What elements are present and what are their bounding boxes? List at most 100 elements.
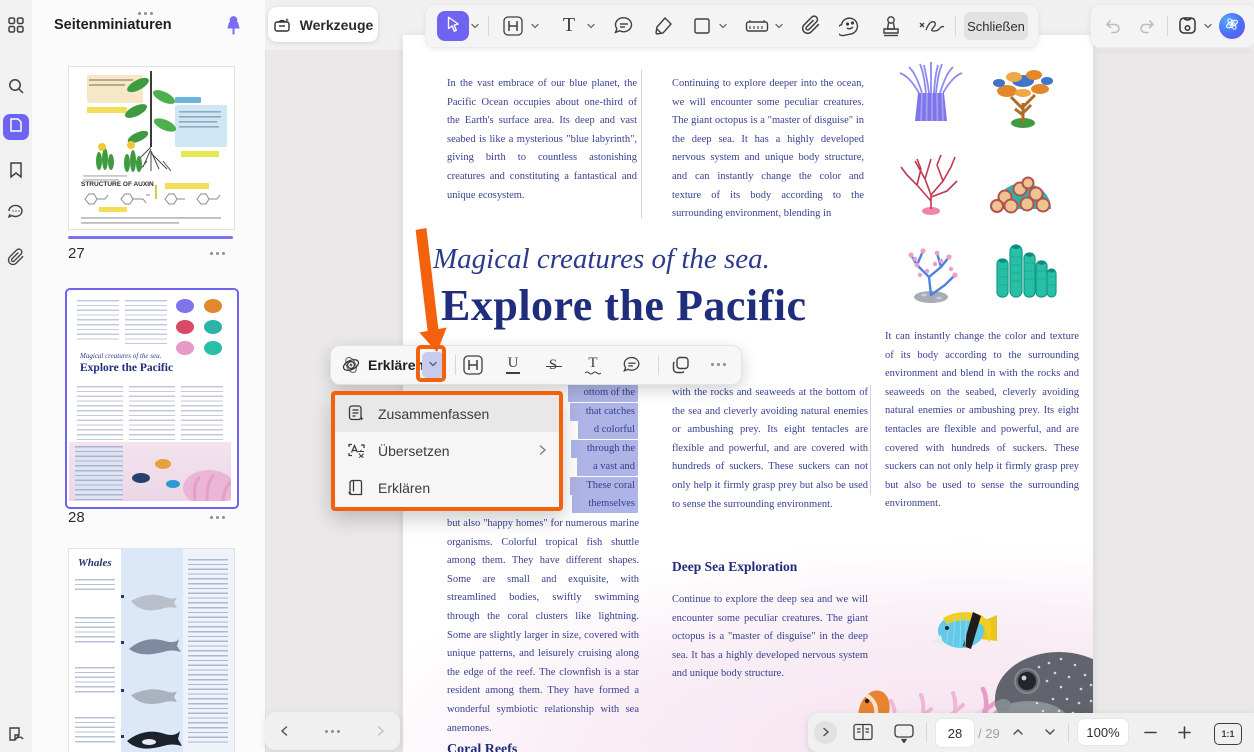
section-heading: Deep Sea Exploration <box>672 559 798 574</box>
ai-explain-button[interactable]: Erklären <box>341 346 424 384</box>
right-paragraph: It can instantly change the color and te… <box>885 331 1079 510</box>
more-options-icon[interactable] <box>711 363 726 366</box>
page-layout-icon[interactable] <box>852 722 874 742</box>
selected-line: themselves <box>572 495 638 513</box>
selected-line: through the <box>570 440 638 458</box>
menu-grid-icon[interactable] <box>6 15 26 35</box>
fan-coral-image <box>900 154 958 215</box>
text-tool-icon[interactable]: T <box>558 13 580 37</box>
bookmark-icon[interactable] <box>6 160 26 180</box>
thumbnail-sidebar: Seitenminiaturen STRUCTURE OF AUXIN 27 M… <box>32 0 266 752</box>
underline-icon[interactable]: U <box>503 354 523 376</box>
measure-tool-icon[interactable] <box>745 18 769 34</box>
signature-tool-icon[interactable] <box>918 17 948 35</box>
highlight-tool-icon[interactable] <box>502 15 524 37</box>
shape-chevron-icon[interactable] <box>718 21 728 31</box>
section-paragraph: Continue to explore the deep sea and we … <box>672 594 868 680</box>
zoom-out-icon[interactable] <box>1144 731 1157 734</box>
butterflyfish-image <box>932 611 997 649</box>
page27-label: 27 <box>68 245 85 262</box>
next-chevron-icon[interactable] <box>376 725 386 737</box>
comment-tool-icon[interactable] <box>613 15 635 37</box>
sidebar-pager <box>265 712 400 750</box>
strikethrough-icon[interactable]: S <box>543 354 563 376</box>
pager-more-icon[interactable] <box>325 729 340 733</box>
page-curl-icon[interactable] <box>6 724 26 744</box>
save-icon[interactable] <box>1177 15 1198 36</box>
page-down-icon[interactable] <box>1044 727 1056 737</box>
comments-icon[interactable] <box>6 202 26 222</box>
thumbnail-page-28[interactable]: Magical creatures of the sea. Explore th… <box>65 288 239 509</box>
collapse-bar-button[interactable] <box>814 721 837 744</box>
coral-images <box>891 59 1067 309</box>
middle-paragraph: with the rocks and seaweeds at the botto… <box>672 387 868 510</box>
measure-chevron-icon[interactable] <box>774 21 784 31</box>
thumb28-title: Explore the Pacific <box>80 362 174 374</box>
pen-tool-icon[interactable] <box>652 15 674 37</box>
prev-chevron-icon[interactable] <box>279 725 289 737</box>
ai-assistant-button[interactable] <box>1219 13 1245 39</box>
thumb28-subtitle: Magical creatures of the sea. <box>80 352 162 360</box>
page28-menu-icon[interactable] <box>210 516 225 519</box>
thumbnail-page-29[interactable]: Whales <box>68 548 235 752</box>
thumbnails-panel-button[interactable] <box>3 114 29 140</box>
page27-menu-icon[interactable] <box>210 252 225 255</box>
select-tool-button[interactable] <box>437 11 469 41</box>
main-toolbar: T Schließen <box>425 4 1039 48</box>
column-divider <box>641 70 642 218</box>
highlight-chevron-icon[interactable] <box>530 21 540 31</box>
actual-size-label: 1:1 <box>1221 729 1235 739</box>
tools-button[interactable]: Werkzeuge <box>268 7 378 42</box>
zoom-level-button[interactable]: 100% <box>1078 719 1128 745</box>
plate-coral-image <box>990 176 1051 214</box>
page-title: Explore the Pacific <box>441 281 807 330</box>
save-chevron-icon[interactable] <box>1203 21 1213 31</box>
text-chevron-icon[interactable] <box>586 21 596 31</box>
shape-tool-icon[interactable] <box>692 16 712 36</box>
menu-item-label: Zusammenfassen <box>378 405 490 422</box>
redo-icon[interactable] <box>1139 17 1157 35</box>
partial-heading: Coral Reefs <box>447 742 518 752</box>
select-tool-chevron-icon[interactable] <box>470 21 480 31</box>
undo-icon[interactable] <box>1103 17 1121 35</box>
sidebar-drag-handle-icon[interactable] <box>138 12 153 15</box>
thumbnail-page-27[interactable]: STRUCTURE OF AUXIN <box>68 66 235 230</box>
page-number-input[interactable] <box>936 719 974 747</box>
selected-line: These coral <box>570 477 638 495</box>
attach-tool-icon[interactable] <box>801 15 821 35</box>
submenu-chevron-icon <box>538 444 547 456</box>
stamp-tool-icon[interactable] <box>880 14 902 38</box>
book-icon <box>347 478 366 497</box>
page-total-label: / 29 <box>978 726 1000 741</box>
presentation-icon[interactable] <box>892 722 916 743</box>
copy-icon[interactable] <box>671 355 691 375</box>
actual-size-button[interactable]: 1:1 <box>1214 723 1242 745</box>
intro-paragraph-1: In the vast embrace of our blue planet, … <box>447 78 637 201</box>
page-subtitle: Magical creatures of the sea. <box>433 243 770 275</box>
thumb27-caption: STRUCTURE OF AUXIN <box>81 181 154 188</box>
tube-sponge-image <box>996 244 1057 298</box>
translate-icon <box>347 441 366 460</box>
anemone-image <box>899 62 963 122</box>
zoom-in-icon[interactable] <box>1178 726 1191 739</box>
pdf-editor-window: Seitenminiaturen STRUCTURE OF AUXIN 27 M… <box>0 0 1254 752</box>
page-up-icon[interactable] <box>1012 727 1024 737</box>
highlight-text-icon[interactable] <box>462 354 484 376</box>
comment-icon[interactable] <box>622 355 642 375</box>
left-rail <box>0 0 33 752</box>
sticker-tool-icon[interactable] <box>839 15 861 37</box>
menu-item-translate[interactable]: Übersetzen <box>335 432 559 469</box>
left-paragraph: but also "happy homes" for numerous mari… <box>447 518 639 734</box>
menu-item-summarize[interactable]: Zusammenfassen <box>335 395 559 432</box>
close-button[interactable]: Schließen <box>964 12 1028 40</box>
pin-icon[interactable] <box>222 14 244 36</box>
page28-label: 28 <box>68 509 85 526</box>
squiggly-underline-icon[interactable]: T <box>583 354 603 376</box>
selected-line: ottom of the <box>567 384 638 402</box>
search-icon[interactable] <box>6 76 26 96</box>
attachment-icon[interactable] <box>6 247 26 267</box>
summarize-icon <box>347 404 366 423</box>
sidebar-title: Seitenminiaturen <box>54 17 172 33</box>
menu-item-explain[interactable]: Erklären <box>335 469 559 506</box>
selected-line: d colorful <box>577 421 638 439</box>
